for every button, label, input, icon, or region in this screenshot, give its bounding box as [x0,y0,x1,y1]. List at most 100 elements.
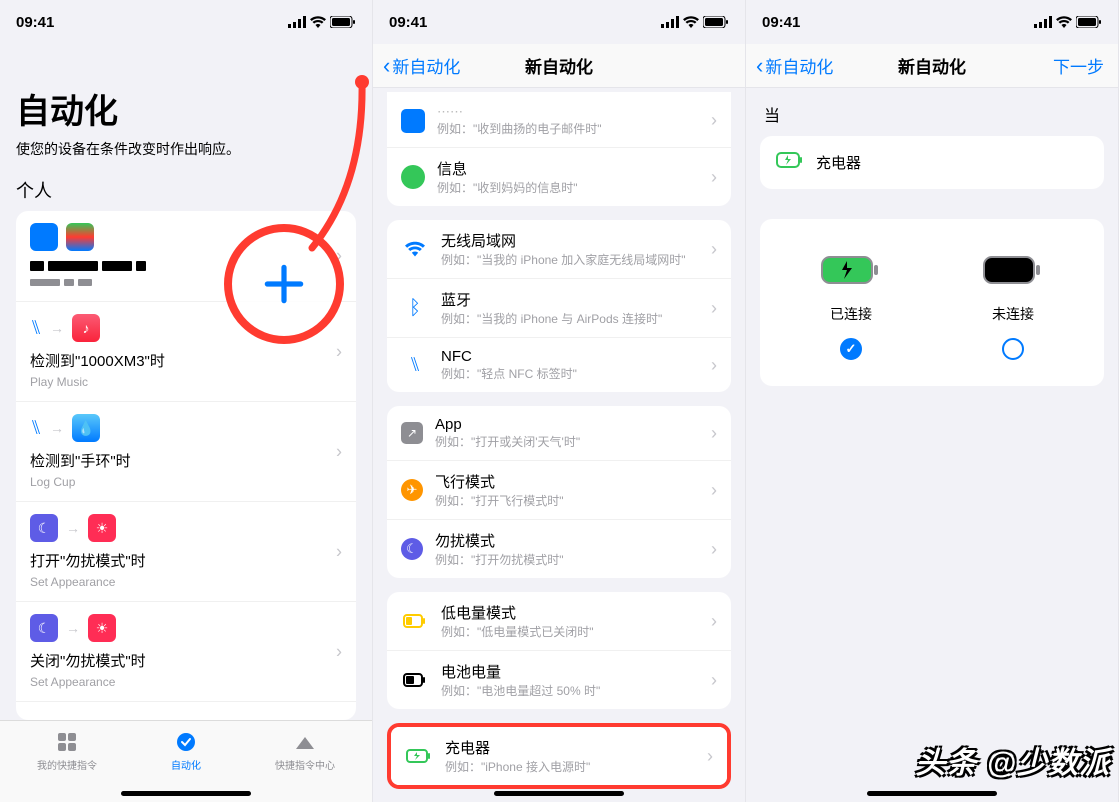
airplane-icon: ✈ [401,479,423,501]
add-button-highlight[interactable] [224,224,344,344]
trigger-name: 充电器 [816,152,861,173]
automation-sub: Set Appearance [30,575,342,589]
battery-icon [1076,16,1102,28]
home-indicator [121,791,251,796]
plus-icon [259,259,309,309]
chevron-right-icon: › [711,611,717,632]
trigger-title: 信息 [437,158,578,179]
tab-label: 自动化 [171,757,201,772]
tab-automation[interactable]: 自动化 [171,729,201,772]
automation-item[interactable]: → ≡ ⚙ 🔊 › [16,701,356,720]
status-indicators [288,16,356,28]
home-indicator [867,791,997,796]
clock: 09:41 [16,14,54,31]
trigger-dnd[interactable]: ☾ 勿扰模式例如："打开勿扰模式时" › [387,519,731,578]
automation-sub: Log Cup [30,475,342,489]
nav-back-button[interactable]: ‹ 新自动化 [756,53,833,78]
arrow-icon: → [66,620,80,636]
chevron-left-icon: ‹ [383,55,390,77]
trigger-app[interactable]: ↗ App例如："打开或关闭'天气'时" › [387,406,731,460]
trigger-sub: 例如："iPhone 接入电源时" [445,758,590,775]
sun-icon: ☀ [88,614,116,642]
bluetooth-icon: ⑊ [30,417,42,440]
automation-title: 检测到"1000XM3"时 [30,350,342,371]
nav-back-label: 新自动化 [392,53,460,78]
app-icon: ↗ [401,422,423,444]
trigger-nfc[interactable]: ⑊ NFC例如："轻点 NFC 标签时" › [387,337,731,392]
automation-item[interactable]: ☾ → ☀ 关闭"勿扰模式"时 Set Appearance › [16,601,356,701]
clock: 09:41 [762,14,800,31]
automation-icon [173,729,199,755]
option-disconnected[interactable]: 未连接 [982,255,1044,360]
screen-automation-list: 09:41 自动化 使您的设备在条件改变时作出响应。 个人 [0,0,373,802]
trigger-title: 飞行模式 [435,471,564,492]
bluetooth-icon: ⑊ [30,317,42,340]
chevron-right-icon: › [711,480,717,501]
status-bar: 09:41 [746,0,1118,44]
tab-label: 快捷指令中心 [275,757,335,772]
trigger-title: 蓝牙 [441,289,662,310]
chevron-right-icon: › [711,355,717,376]
nav-back-button[interactable]: ‹ 新自动化 [383,53,460,78]
charger-icon [776,152,804,173]
tab-label: 我的快捷指令 [37,757,97,772]
trigger-title: 电池电量 [441,661,600,682]
bluetooth-icon: ᛒ [401,297,429,320]
trigger-sub: 例如："当我的 iPhone 加入家庭无线局域网时" [441,251,686,268]
tab-shortcuts[interactable]: 我的快捷指令 [37,729,97,772]
app-icon [66,223,94,251]
trigger-bluetooth[interactable]: ᛒ 蓝牙例如："当我的 iPhone 与 AirPods 连接时" › [387,278,731,337]
trigger-airplane[interactable]: ✈ 飞行模式例如："打开飞行模式时" › [387,460,731,519]
battery-icon [330,16,356,28]
music-icon: ♪ [72,314,100,342]
trigger-sub: 例如："当我的 iPhone 与 AirPods 连接时" [441,310,662,327]
signal-icon [288,16,306,28]
grid-icon [54,729,80,755]
screen-new-automation-list: 09:41 ‹ 新自动化 新自动化 ✉ ⋯⋯例如："收到曲扬的电子邮件时" › … [373,0,746,802]
trigger-title: 充电器 [445,737,590,758]
option-connected[interactable]: 已连接 [820,255,882,360]
trigger-email[interactable]: ✉ ⋯⋯例如："收到曲扬的电子邮件时" › [387,94,731,147]
screen-charger-config: 09:41 ‹ 新自动化 新自动化 下一步 当 充电器 已连接 [746,0,1119,802]
trigger-title: 无线局域网 [441,230,686,251]
arrow-icon: → [50,320,64,336]
trigger-charger[interactable]: 充电器例如："iPhone 接入电源时" › [391,727,727,785]
trigger-battery-level[interactable]: 电池电量例如："电池电量超过 50% 时" › [387,650,731,709]
chevron-left-icon: ‹ [756,55,763,77]
trigger-wifi[interactable]: 无线局域网例如："当我的 iPhone 加入家庭无线局域网时" › [387,220,731,278]
section-header: 个人 [16,177,356,203]
chevron-right-icon: › [336,541,342,562]
options-card: 已连接 未连接 [760,219,1104,386]
home-indicator [494,791,624,796]
moon-icon: ☾ [30,614,58,642]
page-subtitle: 使您的设备在条件改变时作出响应。 [16,139,356,159]
chevron-right-icon: › [707,746,713,767]
automation-title: 关闭"勿扰模式"时 [30,650,342,671]
trigger-sub: 例如："收到妈妈的信息时" [437,179,578,196]
nav-title: 新自动化 [898,53,966,78]
sun-icon: ☀ [88,514,116,542]
wifi-icon [1056,16,1072,28]
nav-next-button[interactable]: 下一步 [1053,53,1104,78]
speaker-icon: 🔊 [160,720,188,721]
page-title: 自动化 [16,84,356,133]
nav-bar: ‹ 新自动化 新自动化 [373,44,745,88]
trigger-message[interactable]: 信息例如："收到妈妈的信息时" › [387,147,731,206]
trigger-title: NFC [441,348,577,365]
battery-charging-icon [820,255,882,290]
dnd-icon: ☾ [401,538,423,560]
automation-item[interactable]: ☾ → ☀ 打开"勿扰模式"时 Set Appearance › [16,501,356,601]
when-label: 当 [760,102,1104,126]
trigger-sub: 例如："电池电量超过 50% 时" [441,682,600,699]
trigger-low-power[interactable]: 低电量模式例如："低电量模式已关闭时" › [387,592,731,650]
trigger-sub: 例如："打开飞行模式时" [435,492,564,509]
tab-gallery[interactable]: 快捷指令中心 [275,729,335,772]
radio-unchecked[interactable] [1002,338,1024,360]
nfc-icon: ⑊ [401,354,429,377]
trigger-sub: 例如："打开勿扰模式时" [435,551,564,568]
battery-icon [703,16,729,28]
moon-icon: ☾ [30,514,58,542]
automation-item[interactable]: ⑊ → 💧 检测到"手环"时 Log Cup › [16,401,356,501]
radio-checked[interactable] [840,338,862,360]
signal-icon [661,16,679,28]
